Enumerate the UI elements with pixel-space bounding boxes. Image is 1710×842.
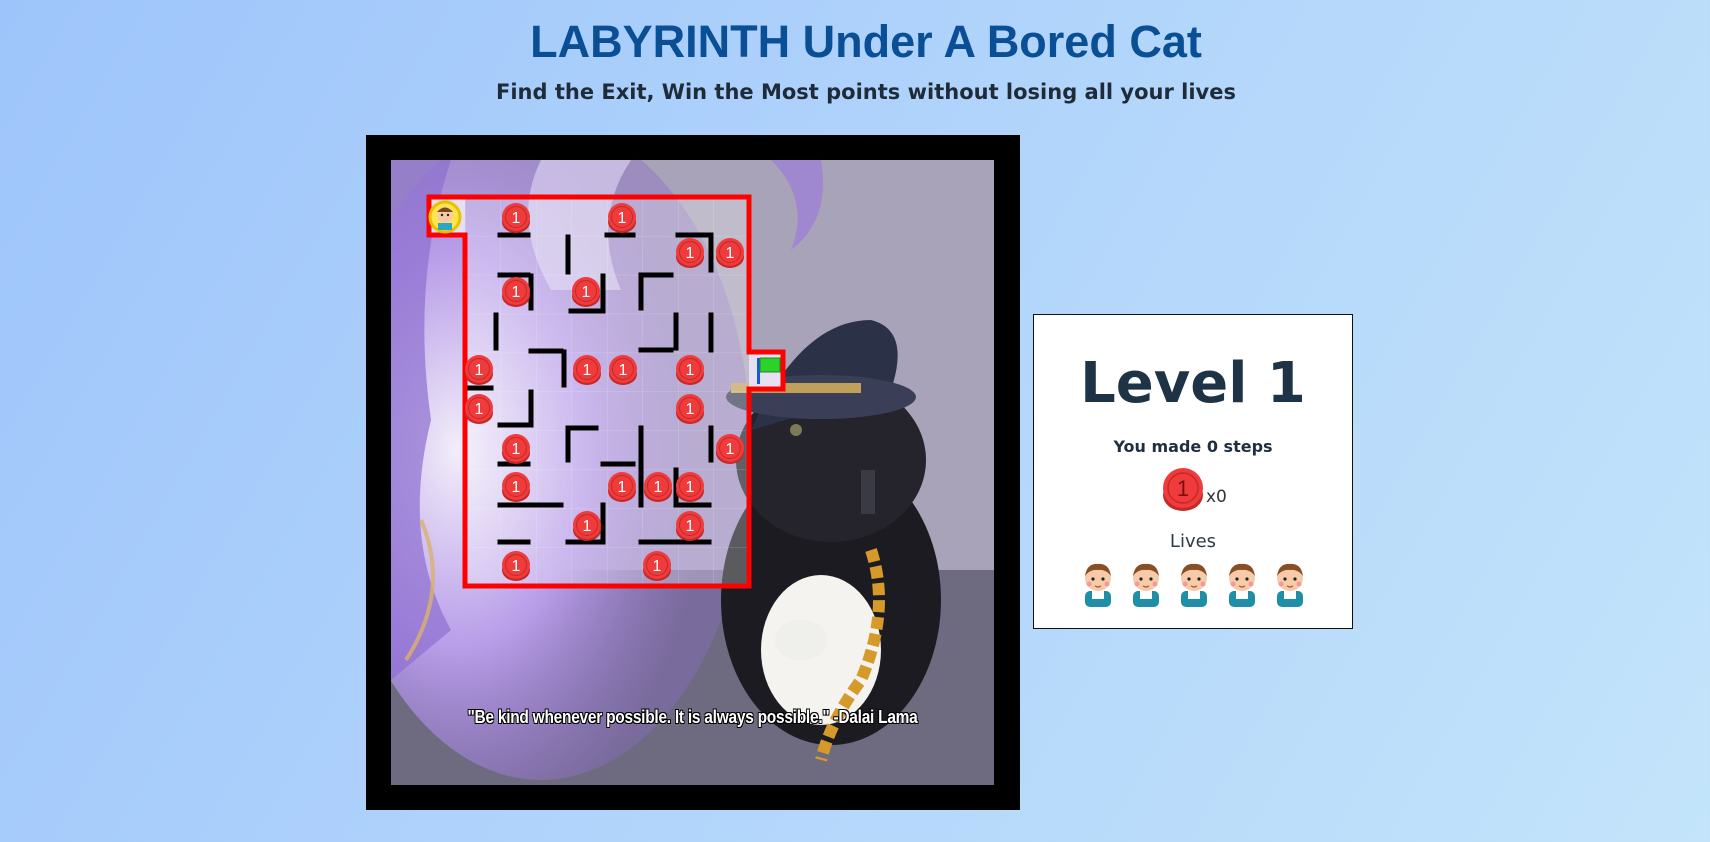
coin-label: 1 <box>653 558 662 575</box>
life-icon <box>1222 559 1262 613</box>
coin-label: 1 <box>726 441 735 458</box>
stats-panel: Level 1 You made 0 steps 1 x0 Lives <box>1033 314 1353 629</box>
coin-label: 1 <box>475 362 484 379</box>
coin-label: 1 <box>726 245 735 262</box>
coin-icon: 1 <box>502 203 530 233</box>
maze-svg: 1 1 1 1 1 1 1 1 1 1 1 1 1 1 1 1 1 1 1 1 … <box>391 160 994 785</box>
coin-label: 1 <box>686 479 695 496</box>
life-icon <box>1174 559 1214 613</box>
coin-counter: 1 x0 <box>1162 465 1262 515</box>
coin-icon: 1 <box>716 238 744 268</box>
maze-scene[interactable]: 1 1 1 1 1 1 1 1 1 1 1 1 1 1 1 1 1 1 1 1 … <box>391 160 994 785</box>
page-title: LABYRINTH Under A Bored Cat <box>530 16 1202 67</box>
coin-icon: 1 <box>716 434 744 464</box>
coin-label: 1 <box>654 479 663 496</box>
steps-counter: You made 0 steps <box>1113 437 1273 456</box>
coin-icon: 1 <box>676 472 704 502</box>
coin-label: 1 <box>512 441 521 458</box>
coin-icon: 1 <box>676 238 704 268</box>
coin-icon: 1 <box>502 434 530 464</box>
coin-label: 1 <box>686 518 695 535</box>
coin-icon: 1 <box>572 277 600 307</box>
coin-icon: 1 <box>608 203 636 233</box>
coin-icon: 1 <box>465 355 493 385</box>
coin-label: 1 <box>686 401 695 418</box>
coin-label: 1 <box>583 362 592 379</box>
coin-label: 1 <box>686 362 695 379</box>
coin-icon: 1 <box>502 551 530 581</box>
life-icon <box>1270 559 1310 613</box>
coin-label: 1 <box>583 518 592 535</box>
coin-icon: 1 <box>573 355 601 385</box>
coin-icon: 1 <box>502 472 530 502</box>
coin-label: 1 <box>686 245 695 262</box>
coin-label: 1 <box>582 284 591 301</box>
maze-grid <box>465 197 749 586</box>
coin-label: 1 <box>619 362 628 379</box>
lives-label: Lives <box>1169 531 1217 552</box>
coin-icon: 1 <box>573 511 601 541</box>
coin-icon: 1 <box>465 394 493 424</box>
page-subtitle: Find the Exit, Win the Most points witho… <box>496 80 1236 104</box>
coin-icon-label: 1 <box>1177 476 1189 501</box>
coin-label: 1 <box>512 210 521 227</box>
coin-icon: 1 <box>609 355 637 385</box>
coin-label: 1 <box>618 210 627 227</box>
coin-count: x0 <box>1206 487 1227 507</box>
coin-icon: 1 <box>643 551 671 581</box>
coin-icon: 1 <box>502 277 530 307</box>
coin-label: 1 <box>512 558 521 575</box>
coin-icon: 1 <box>676 511 704 541</box>
coin-label: 1 <box>475 401 484 418</box>
coin-icon: 1 <box>1163 468 1203 511</box>
life-icon <box>1078 559 1118 613</box>
life-icon <box>1126 559 1166 613</box>
coin-icon: 1 <box>676 355 704 385</box>
coin-icon: 1 <box>644 472 672 502</box>
level-label: Level 1 <box>1080 351 1306 416</box>
player-icon <box>428 200 462 234</box>
coin-label: 1 <box>512 479 521 496</box>
coin-icon: 1 <box>676 394 704 424</box>
lives-row <box>1078 559 1318 611</box>
quote-caption: "Be kind whenever possible. It is always… <box>467 707 918 727</box>
coin-label: 1 <box>512 284 521 301</box>
game-board[interactable]: 1 1 1 1 1 1 1 1 1 1 1 1 1 1 1 1 1 1 1 1 … <box>366 135 1020 810</box>
coin-icon: 1 <box>608 472 636 502</box>
coin-label: 1 <box>618 479 627 496</box>
